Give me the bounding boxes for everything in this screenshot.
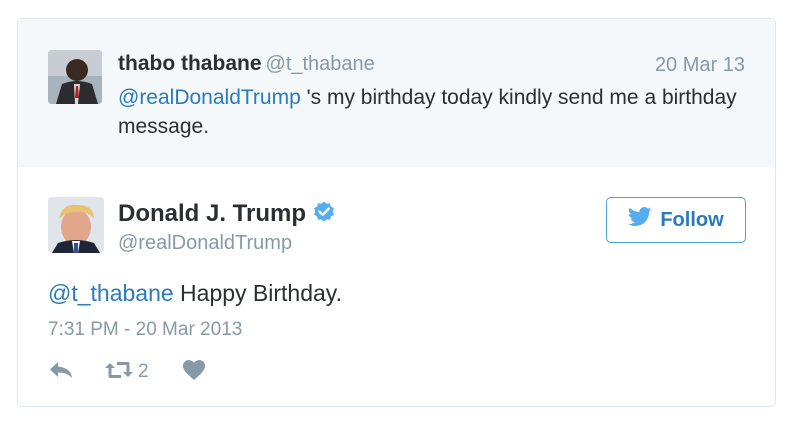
author-handle[interactable]: @realDonaldTrump xyxy=(118,232,292,255)
avatar[interactable] xyxy=(48,197,104,253)
parent-date[interactable]: 20 Mar 13 xyxy=(655,54,745,77)
parent-tweet-text: @realDonaldTrump 's my birthday today ki… xyxy=(118,83,758,141)
twitter-bird-icon xyxy=(628,207,652,233)
embedded-tweet-card: thabo thabane @t_thabane 20 Mar 13 @realD… xyxy=(17,18,776,407)
parent-author[interactable]: thabo thabane @t_thabane xyxy=(118,52,375,76)
retweet-count: 2 xyxy=(138,361,149,382)
tweet-timestamp[interactable]: 7:31 PM - 20 Mar 2013 xyxy=(48,319,242,341)
heart-icon xyxy=(182,359,206,386)
parent-author-name[interactable]: thabo thabane xyxy=(118,52,262,75)
author-name[interactable]: Donald J. Trump xyxy=(118,200,336,231)
mention-link[interactable]: @realDonaldTrump xyxy=(118,86,301,109)
reply-button[interactable] xyxy=(48,360,104,385)
verified-badge-icon xyxy=(312,200,336,231)
retweet-button[interactable]: 2 xyxy=(104,360,182,385)
mention-link[interactable]: @t_thabane xyxy=(48,280,174,306)
tweet-text: @t_thabane Happy Birthday. xyxy=(48,280,342,307)
follow-button[interactable]: Follow xyxy=(606,197,746,243)
like-button[interactable] xyxy=(182,359,206,386)
author-display-name[interactable]: Donald J. Trump xyxy=(118,200,306,227)
parent-author-handle[interactable]: @t_thabane xyxy=(266,53,375,75)
tweet-actions: 2 xyxy=(48,359,206,385)
tweet-text-body: Happy Birthday. xyxy=(173,280,342,306)
reply-icon xyxy=(48,360,74,385)
follow-label: Follow xyxy=(660,208,724,231)
avatar[interactable] xyxy=(48,50,102,104)
retweet-icon xyxy=(104,360,134,385)
parent-tweet[interactable]: thabo thabane @t_thabane 20 Mar 13 @realD… xyxy=(18,19,775,167)
